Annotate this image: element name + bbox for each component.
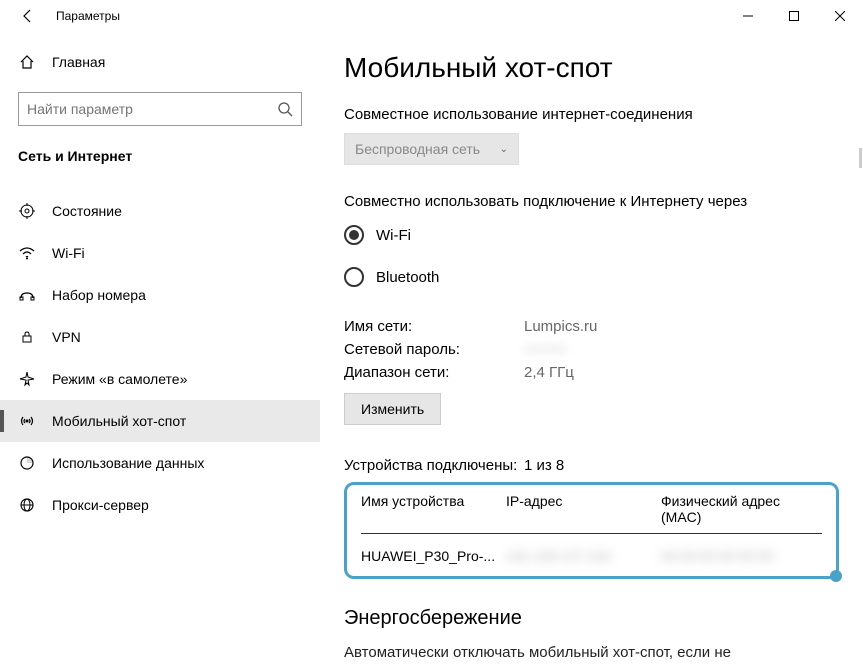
sidebar-item-wifi[interactable]: Wi-Fi: [0, 232, 320, 274]
sidebar-item-label: Wi-Fi: [52, 245, 85, 261]
change-button[interactable]: Изменить: [344, 393, 441, 425]
close-button[interactable]: [817, 0, 863, 32]
hotspot-icon: [18, 413, 36, 429]
sidebar-item-label: Использование данных: [52, 455, 204, 471]
sidebar-category: Сеть и Интернет: [18, 148, 302, 164]
network-name-row: Имя сети: Lumpics.ru: [344, 318, 839, 335]
sidebar-item-label: VPN: [52, 329, 81, 345]
minimize-button[interactable]: [725, 0, 771, 32]
sidebar-item-label: Мобильный хот-спот: [52, 413, 186, 429]
network-band-value: 2,4 ГГц: [524, 364, 574, 381]
col-device-name: Имя устройства: [361, 493, 506, 525]
sidebar-item-label: Набор номера: [52, 287, 146, 303]
window-controls: [725, 0, 863, 32]
radio-icon: [344, 225, 364, 245]
search-box[interactable]: [18, 92, 302, 126]
devices-table-header: Имя устройства IP-адрес Физический адрес…: [361, 493, 822, 533]
search-icon: [277, 101, 293, 117]
close-icon: [835, 11, 845, 21]
search-input[interactable]: [27, 101, 277, 117]
device-ip-cell: 192.168.137.244: [506, 548, 661, 564]
network-password-key: Сетевой пароль:: [344, 341, 524, 358]
sidebar-item-label: Состояние: [52, 203, 122, 219]
data-usage-icon: [18, 455, 36, 471]
sidebar-item-airplane[interactable]: Режим «в самолете»: [0, 358, 320, 400]
devices-connected-value: 1 из 8: [524, 457, 564, 474]
dropdown-value: Беспроводная сеть: [355, 141, 480, 157]
sidebar: Главная Сеть и Интернет Состояние Wi: [0, 32, 320, 669]
vpn-icon: [18, 329, 36, 345]
network-band-key: Диапазон сети:: [344, 364, 524, 381]
sidebar-item-label: Прокси-сервер: [52, 497, 149, 513]
sidebar-nav: Состояние Wi-Fi Набор номера VPN: [0, 190, 320, 526]
sidebar-item-label: Режим «в самолете»: [52, 371, 187, 387]
radio-bluetooth[interactable]: Bluetooth: [344, 262, 839, 292]
sidebar-item-vpn[interactable]: VPN: [0, 316, 320, 358]
home-label: Главная: [52, 54, 105, 70]
main-content: Мобильный хот-спот Совместное использова…: [320, 32, 863, 669]
sidebar-item-status[interactable]: Состояние: [0, 190, 320, 232]
share-connection-dropdown[interactable]: Беспроводная сеть ⌄: [344, 133, 519, 165]
proxy-icon: [18, 497, 36, 513]
sidebar-item-proxy[interactable]: Прокси-сервер: [0, 484, 320, 526]
radio-wifi[interactable]: Wi-Fi: [344, 220, 839, 250]
network-password-row: Сетевой пароль: ••••••••: [344, 341, 839, 358]
maximize-icon: [789, 11, 799, 21]
network-name-key: Имя сети:: [344, 318, 524, 335]
minimize-icon: [743, 11, 753, 21]
back-button[interactable]: [10, 0, 46, 32]
power-saving-text: Автоматически отключать мобильный хот-сп…: [344, 644, 839, 661]
arrow-left-icon: [20, 8, 36, 24]
device-mac-cell: 00:00:00:00:00:00: [661, 548, 822, 564]
sidebar-item-datausage[interactable]: Использование данных: [0, 442, 320, 484]
share-via-label: Совместно использовать подключение к Инт…: [344, 193, 839, 210]
radio-icon: [344, 267, 364, 287]
sidebar-item-dialup[interactable]: Набор номера: [0, 274, 320, 316]
sidebar-item-hotspot[interactable]: Мобильный хот-спот: [0, 400, 320, 442]
radio-label: Wi-Fi: [376, 227, 411, 244]
table-divider: [361, 533, 822, 534]
devices-table-highlight: Имя устройства IP-адрес Физический адрес…: [344, 482, 839, 579]
radio-label: Bluetooth: [376, 269, 439, 286]
network-password-value: ••••••••: [524, 341, 566, 358]
page-title: Мобильный хот-спот: [344, 52, 839, 84]
devices-connected-row: Устройства подключены: 1 из 8: [344, 457, 839, 474]
share-connection-label: Совместное использование интернет-соедин…: [344, 106, 839, 123]
status-icon: [18, 203, 36, 219]
dialup-icon: [18, 287, 36, 303]
col-ip-address: IP-адрес: [506, 493, 661, 525]
device-name-cell: HUAWEI_P30_Pro-...: [361, 548, 506, 564]
devices-connected-key: Устройства подключены:: [344, 457, 524, 474]
chevron-down-icon: ⌄: [500, 144, 508, 155]
device-row: HUAWEI_P30_Pro-... 192.168.137.244 00:00…: [361, 548, 822, 564]
home-button[interactable]: Главная: [18, 44, 302, 80]
airplane-icon: [18, 371, 36, 387]
maximize-button[interactable]: [771, 0, 817, 32]
titlebar: Параметры: [0, 0, 863, 32]
network-band-row: Диапазон сети: 2,4 ГГц: [344, 364, 839, 381]
scrollbar[interactable]: [859, 148, 862, 168]
network-name-value: Lumpics.ru: [524, 318, 597, 335]
home-icon: [18, 54, 36, 70]
power-saving-heading: Энергосбережение: [344, 607, 839, 630]
col-mac-address: Физический адрес (MAC): [661, 493, 822, 525]
window-title: Параметры: [56, 9, 120, 23]
wifi-icon: [18, 245, 36, 261]
